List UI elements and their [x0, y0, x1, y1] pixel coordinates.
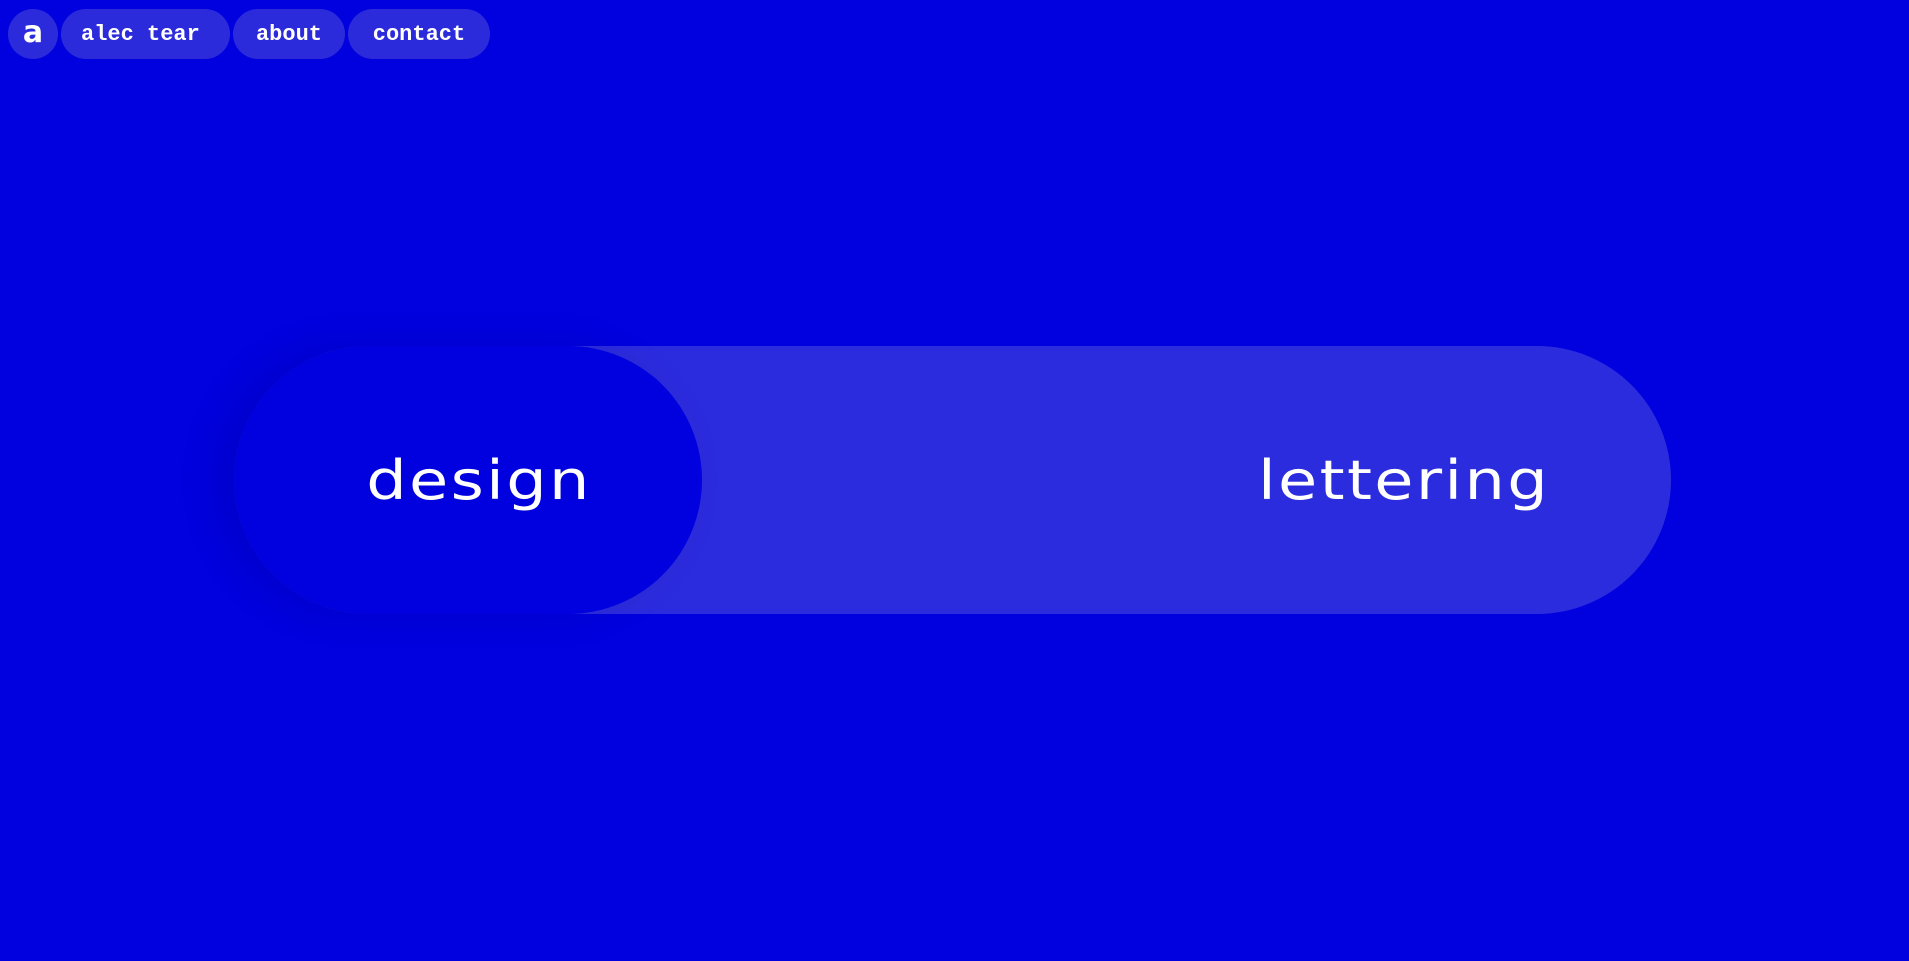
- about-link-label: about: [255, 21, 322, 47]
- name-link-label: alec tear: [81, 21, 200, 47]
- top-nav: a alec tear about contact: [8, 9, 490, 59]
- design-option-label: design: [366, 448, 592, 512]
- design-option[interactable]: design: [343, 346, 614, 614]
- contact-link[interactable]: contact: [348, 9, 490, 59]
- logo-button[interactable]: a: [8, 9, 58, 59]
- contact-link-label: contact: [372, 21, 466, 47]
- about-link[interactable]: about: [233, 9, 345, 59]
- logo-a-icon: a: [22, 14, 44, 50]
- lettering-option[interactable]: lettering: [1251, 346, 1558, 614]
- category-toggle[interactable]: design lettering: [234, 346, 1671, 614]
- name-link[interactable]: alec tear: [61, 9, 230, 59]
- lettering-option-label: lettering: [1257, 448, 1551, 512]
